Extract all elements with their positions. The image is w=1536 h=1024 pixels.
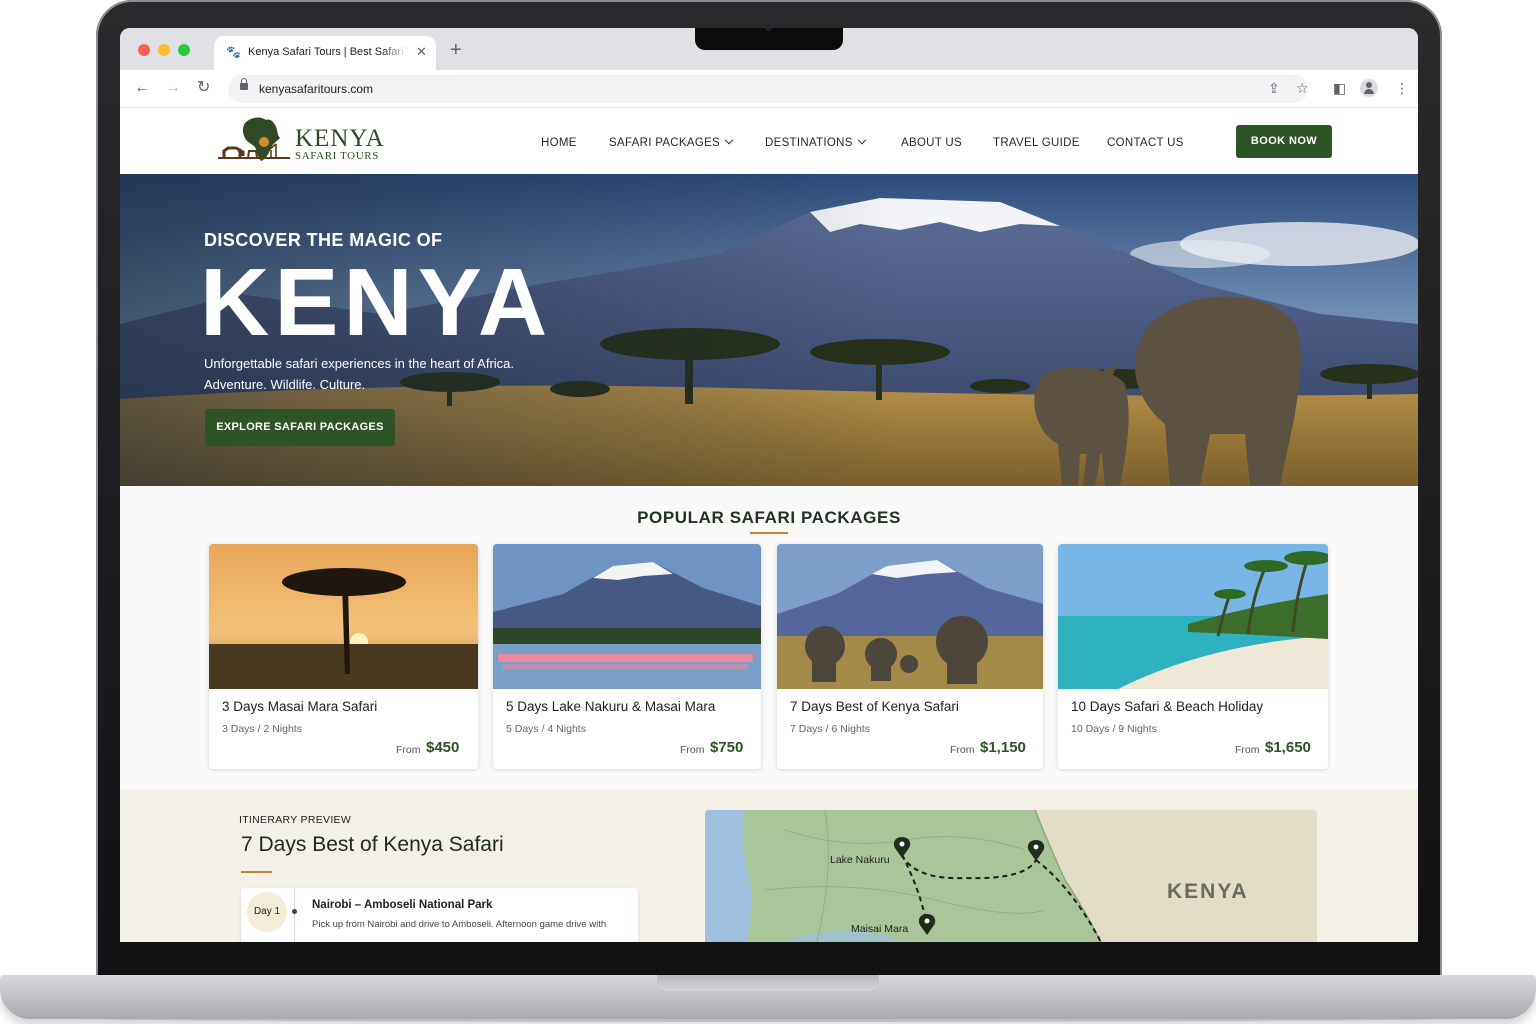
section-title: POPULAR SAFARI PACKAGES: [637, 508, 901, 527]
africa-logo-icon[interactable]: [216, 114, 292, 164]
package-duration: 7 Days / 6 Nights: [790, 723, 870, 735]
package-price: $1,650: [1265, 739, 1311, 756]
forward-arrow-icon[interactable]: →: [165, 78, 181, 98]
elephants-kilimanjaro-image: [777, 544, 1043, 689]
package-title: 5 Days Lake Nakuru & Masai Mara: [506, 699, 716, 714]
nav-destinations-label: DESTINATIONS: [765, 137, 853, 149]
package-title: 3 Days Masai Mara Safari: [222, 699, 378, 714]
side-panel-icon[interactable]: ◧: [1333, 79, 1346, 97]
close-tab-icon[interactable]: ✕: [416, 44, 427, 60]
package-days: 10 Days: [1071, 723, 1110, 735]
nav-safari-packages[interactable]: SAFARI PACKAGES: [609, 135, 734, 149]
sunset-acacia-image: [209, 544, 478, 689]
profile-avatar-icon[interactable]: [1360, 79, 1378, 97]
nav-travel-guide[interactable]: TRAVEL GUIDE: [993, 137, 1080, 149]
logo-title[interactable]: KENYA: [295, 125, 385, 153]
itinerary-title: 7 Days Best of Kenya Safari: [241, 833, 504, 856]
address-bar[interactable]: kenyasafaritours.com: [228, 75, 1308, 103]
nav-destinations[interactable]: DESTINATIONS: [765, 135, 866, 149]
lock-icon: [240, 78, 248, 90]
hero-line-1: Unforgettable safari experiences in the …: [204, 356, 515, 371]
hero-banner: DISCOVER THE MAGIC OF KENYA Unforgettabl…: [120, 174, 1418, 486]
window-zoom-button[interactable]: [178, 44, 190, 56]
route-map[interactable]: Lake Nakuru Maisai Mara KENYA: [705, 810, 1317, 942]
day-title: Nairobi – Amboseli National Park: [312, 899, 493, 911]
browser-toolbar: ← → ↻ kenyasafaritours.com ⇪ ☆ ◧ ⋮: [120, 70, 1418, 108]
package-price: $750: [710, 739, 744, 756]
itinerary-day-card[interactable]: Day 1 Nairobi – Amboseli National Park P…: [241, 888, 638, 942]
package-duration: 3 Days / 2 Nights: [222, 723, 302, 735]
package-card-safari-beach[interactable]: 10 Days Safari & Beach Holiday 10 Days /…: [1058, 544, 1328, 769]
timeline-line: [294, 888, 295, 942]
bookmark-star-icon[interactable]: ☆: [1296, 79, 1309, 97]
camera-notch: [695, 28, 843, 50]
map-label-nakuru: Lake Nakuru: [830, 854, 890, 866]
from-label: From: [680, 744, 705, 756]
chevron-down-icon: [724, 135, 734, 145]
beach-palms-image: [1058, 544, 1328, 689]
package-card-lake-nakuru[interactable]: 5 Days Lake Nakuru & Masai Mara 5 Days /…: [493, 544, 761, 769]
book-now-button[interactable]: BOOK NOW: [1236, 125, 1332, 158]
package-nights: 9 Nights: [1118, 723, 1157, 735]
package-days: 5 Days: [506, 723, 539, 735]
package-price: $450: [426, 739, 460, 756]
package-price: $1,150: [980, 739, 1026, 756]
package-title: 10 Days Safari & Beach Holiday: [1071, 699, 1264, 714]
day-description: Pick up from Nairobi and drive to Ambose…: [312, 919, 607, 930]
hero-line-2: Adventure. Wildlife. Culture.: [204, 377, 366, 392]
package-card-masai-mara[interactable]: 3 Days Masai Mara Safari 3 Days / 2 Nigh…: [209, 544, 478, 769]
window-minimize-button[interactable]: [158, 44, 170, 56]
chevron-down-icon: [857, 135, 866, 145]
share-icon[interactable]: ⇪: [1268, 79, 1280, 97]
nav-safari-packages-label: SAFARI PACKAGES: [609, 137, 721, 149]
map-label-mara: Maisai Mara: [851, 923, 909, 935]
package-title: 7 Days Best of Kenya Safari: [790, 699, 959, 714]
site-header: KENYA SAFARI TOURS HOME SAFARI PACKAGES …: [120, 108, 1418, 174]
itinerary-preview-section: ITINERARY PREVIEW 7 Days Best of Kenya S…: [120, 789, 1418, 942]
package-nights: 2 Nights: [263, 723, 302, 735]
explore-packages-button[interactable]: EXPLORE SAFARI PACKAGES: [205, 409, 395, 446]
more-menu-icon[interactable]: ⋮: [1395, 79, 1409, 97]
package-days: 3 Days: [222, 723, 255, 735]
itinerary-title-underline: [241, 871, 272, 873]
browser-tab-active[interactable]: 🐾 Kenya Safari Tours | Best Safari Packa…: [214, 36, 436, 70]
tab-title-fade: [382, 42, 408, 64]
reload-icon[interactable]: ↻: [197, 78, 210, 98]
timeline-dot: [292, 909, 297, 914]
nav-about-us[interactable]: ABOUT US: [901, 137, 962, 149]
new-tab-button[interactable]: +: [450, 40, 462, 60]
nav-home[interactable]: HOME: [541, 137, 577, 149]
camera-icon: [765, 24, 772, 31]
map-label-country: KENYA: [1167, 880, 1249, 903]
hero-description: Unforgettable safari experiences in the …: [204, 353, 564, 395]
logo-subtitle: SAFARI TOURS: [295, 150, 379, 162]
from-label: From: [1235, 744, 1260, 756]
paw-icon: 🐾: [226, 45, 241, 59]
section-title-underline: [750, 532, 788, 534]
back-arrow-icon[interactable]: ←: [134, 78, 150, 98]
package-card-best-of-kenya[interactable]: 7 Days Best of Kenya Safari 7 Days / 6 N…: [777, 544, 1043, 769]
day-badge: Day 1: [247, 892, 287, 932]
package-days: 7 Days: [790, 723, 823, 735]
itinerary-kicker: ITINERARY PREVIEW: [239, 814, 352, 826]
package-duration: 10 Days / 9 Nights: [1071, 723, 1157, 735]
nav-contact-us[interactable]: CONTACT US: [1107, 137, 1184, 149]
url-text: kenyasafaritours.com: [259, 82, 374, 96]
from-label: From: [950, 744, 975, 756]
package-nights: 6 Nights: [831, 723, 870, 735]
window-close-button[interactable]: [138, 44, 150, 56]
kenya-map-image: [705, 810, 1317, 942]
from-label: From: [396, 744, 421, 756]
laptop-opening-groove: [657, 975, 879, 991]
laptop-screen: 🐾 Kenya Safari Tours | Best Safari Packa…: [120, 28, 1418, 942]
package-duration: 5 Days / 4 Nights: [506, 723, 586, 735]
popular-packages-section: POPULAR SAFARI PACKAGES 3 Days Masai Mar…: [120, 486, 1418, 789]
package-nights: 4 Nights: [547, 723, 586, 735]
hero-title: KENYA: [200, 249, 553, 356]
flamingo-lake-image: [493, 544, 761, 689]
